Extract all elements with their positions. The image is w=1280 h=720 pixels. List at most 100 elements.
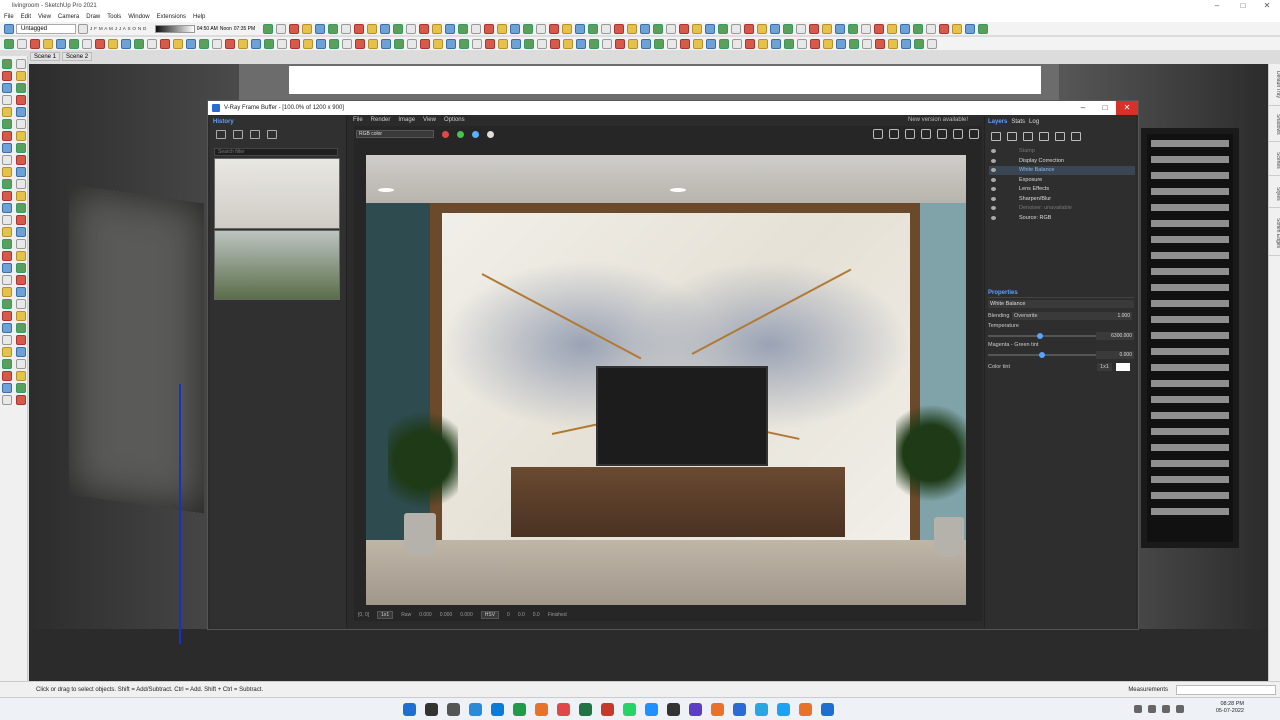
menu-edit[interactable]: Edit bbox=[21, 12, 31, 22]
toolbar-tool-icon[interactable] bbox=[835, 23, 846, 34]
left-tool-icon[interactable] bbox=[2, 311, 12, 321]
color-space-select[interactable]: HSV bbox=[480, 610, 500, 619]
toolbar-tool-icon[interactable] bbox=[874, 23, 885, 34]
toolbar-tool-icon[interactable] bbox=[458, 23, 469, 34]
menu-camera[interactable]: Camera bbox=[58, 12, 79, 22]
left-tool-icon[interactable] bbox=[2, 191, 12, 201]
toolbar-tool-icon[interactable] bbox=[4, 38, 14, 49]
tray-tab-scenes[interactable]: Scenes bbox=[1269, 146, 1280, 176]
left-tool-icon[interactable] bbox=[16, 215, 26, 225]
left-tool-icon[interactable] bbox=[16, 323, 26, 333]
history-thumbnail[interactable] bbox=[214, 230, 340, 300]
menu-help[interactable]: Help bbox=[193, 12, 205, 22]
toolbar-tool-icon[interactable] bbox=[290, 38, 300, 49]
vfb-close-button[interactable]: ✕ bbox=[1116, 101, 1138, 115]
toolbar-tool-icon[interactable] bbox=[939, 23, 950, 34]
tab-layers[interactable]: Layers bbox=[988, 119, 1007, 125]
toolbar-tool-icon[interactable] bbox=[927, 38, 937, 49]
toolbar-tool-icon[interactable] bbox=[745, 38, 755, 49]
render-icon[interactable] bbox=[937, 129, 947, 139]
clock[interactable]: 08:28 PM 05-07-2022 bbox=[1216, 701, 1244, 715]
volume-icon[interactable] bbox=[1162, 705, 1170, 713]
toolbar-tool-icon[interactable] bbox=[576, 38, 586, 49]
toolbar-tool-icon[interactable] bbox=[783, 23, 794, 34]
color-tint-mode[interactable]: 1x1 bbox=[1097, 363, 1112, 371]
toolbar-tool-icon[interactable] bbox=[225, 38, 235, 49]
toolbar-tool-icon[interactable] bbox=[511, 38, 521, 49]
left-tool-icon[interactable] bbox=[2, 263, 12, 273]
track-mouse-icon[interactable] bbox=[921, 129, 931, 139]
taskbar-app-icon[interactable] bbox=[491, 703, 504, 716]
toolbar-tool-icon[interactable] bbox=[536, 23, 547, 34]
network-icon[interactable] bbox=[1148, 705, 1156, 713]
close-button[interactable]: ✕ bbox=[1256, 0, 1278, 12]
undo-icon[interactable] bbox=[1071, 132, 1081, 141]
toolbar-tool-icon[interactable] bbox=[887, 23, 898, 34]
taskbar-app-icon[interactable] bbox=[755, 703, 768, 716]
left-tool-icon[interactable] bbox=[16, 203, 26, 213]
menu-file[interactable]: File bbox=[4, 12, 14, 22]
load-preset-icon[interactable] bbox=[1039, 132, 1049, 141]
toolbar-tool-icon[interactable] bbox=[523, 23, 534, 34]
toolbar-tool-icon[interactable] bbox=[719, 38, 729, 49]
toolbar-tool-icon[interactable] bbox=[264, 38, 274, 49]
layer-row[interactable]: White Balance bbox=[989, 166, 1135, 175]
left-tool-icon[interactable] bbox=[2, 335, 12, 345]
toolbar-tool-icon[interactable] bbox=[809, 23, 820, 34]
toolbar-tool-icon[interactable] bbox=[160, 38, 170, 49]
delete-layer-icon[interactable] bbox=[1007, 132, 1017, 141]
delete-icon[interactable] bbox=[267, 130, 277, 139]
left-tool-icon[interactable] bbox=[16, 191, 26, 201]
menu-draw[interactable]: Draw bbox=[86, 12, 100, 22]
vfb-menu-image[interactable]: Image bbox=[398, 116, 415, 125]
layer-row[interactable]: Source: RGB bbox=[989, 214, 1135, 223]
toolbar-tool-icon[interactable] bbox=[848, 23, 859, 34]
toolbar-tool-icon[interactable] bbox=[406, 23, 417, 34]
toolbar-tool-icon[interactable] bbox=[615, 38, 625, 49]
left-tool-icon[interactable] bbox=[16, 359, 26, 369]
toolbar-tool-icon[interactable] bbox=[328, 23, 339, 34]
toolbar-tool-icon[interactable] bbox=[212, 38, 222, 49]
toolbar-tool-icon[interactable] bbox=[926, 23, 937, 34]
toolbar-tool-icon[interactable] bbox=[588, 23, 599, 34]
left-tool-icon[interactable] bbox=[16, 155, 26, 165]
toolbar-tool-icon[interactable] bbox=[173, 38, 183, 49]
toolbar-tool-icon[interactable] bbox=[537, 38, 547, 49]
vfb-menu-file[interactable]: File bbox=[353, 116, 363, 125]
left-tool-icon[interactable] bbox=[2, 359, 12, 369]
toolbar-tool-icon[interactable] bbox=[836, 38, 846, 49]
left-tool-icon[interactable] bbox=[2, 119, 12, 129]
toolbar-tool-icon[interactable] bbox=[251, 38, 261, 49]
layer-row[interactable]: Denoiser: unavailable bbox=[989, 204, 1135, 213]
vfb-menu-options[interactable]: Options bbox=[444, 116, 465, 125]
toolbar-tool-icon[interactable] bbox=[498, 38, 508, 49]
layer-row[interactable]: Display Correction bbox=[989, 157, 1135, 166]
toolbar-tool-icon[interactable] bbox=[459, 38, 469, 49]
toolbar-tool-icon[interactable] bbox=[43, 38, 53, 49]
toolbar-tool-icon[interactable] bbox=[900, 23, 911, 34]
left-tool-icon[interactable] bbox=[16, 275, 26, 285]
toolbar-tool-icon[interactable] bbox=[30, 38, 40, 49]
tab-scene-2[interactable]: Scene 2 bbox=[62, 52, 93, 61]
left-tool-icon[interactable] bbox=[16, 131, 26, 141]
channel-select[interactable]: RGB color bbox=[356, 130, 434, 138]
left-tool-icon[interactable] bbox=[2, 83, 12, 93]
toolbar-tool-icon[interactable] bbox=[134, 38, 144, 49]
left-tool-icon[interactable] bbox=[2, 203, 12, 213]
taskbar-app-icon[interactable] bbox=[579, 703, 592, 716]
render-image[interactable] bbox=[366, 155, 966, 605]
taskbar-app-icon[interactable] bbox=[667, 703, 680, 716]
toolbar-tool-icon[interactable] bbox=[354, 23, 365, 34]
toolbar-tool-icon[interactable] bbox=[549, 23, 560, 34]
taskbar-app-icon[interactable] bbox=[711, 703, 724, 716]
left-tool-icon[interactable] bbox=[2, 155, 12, 165]
left-tool-icon[interactable] bbox=[16, 59, 26, 69]
left-tool-icon[interactable] bbox=[2, 323, 12, 333]
tray-tab-soften[interactable]: Soften Edges bbox=[1269, 212, 1280, 256]
raw-label[interactable]: Raw bbox=[401, 612, 411, 618]
left-tool-icon[interactable] bbox=[2, 215, 12, 225]
toolbar-tool-icon[interactable] bbox=[550, 38, 560, 49]
toolbar-tool-icon[interactable] bbox=[433, 38, 443, 49]
left-tool-icon[interactable] bbox=[2, 299, 12, 309]
toolbar-tool-icon[interactable] bbox=[121, 38, 131, 49]
